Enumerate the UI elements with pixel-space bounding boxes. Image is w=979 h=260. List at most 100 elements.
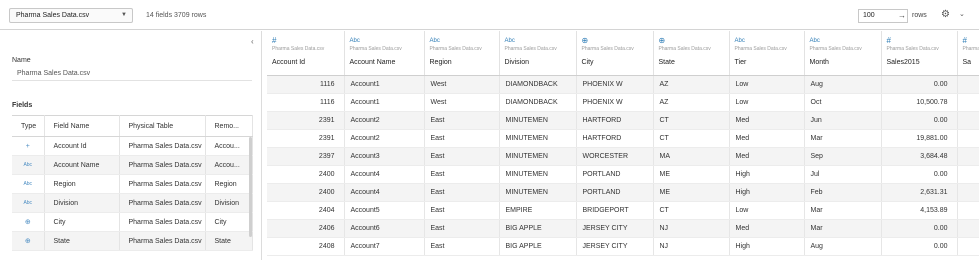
field-name[interactable]: City <box>44 212 120 232</box>
table-row[interactable]: 2408 Account7 East BIG APPLE JERSEY CITY NJ Hi… <box>267 237 979 256</box>
column-header[interactable]: ⊕ Pharma Sales Data.csv State <box>653 31 730 76</box>
table-cell[interactable]: 2,631.31 <box>881 183 958 202</box>
table-cell[interactable]: BRIDGEPORT <box>576 201 654 220</box>
table-row[interactable]: 2397 Account3 East MINUTEMEN WORCESTER MA Med S… <box>267 147 979 166</box>
globe-icon[interactable]: ⊕ <box>12 231 45 251</box>
table-cell[interactable]: PORTLAND <box>576 183 654 202</box>
table-row[interactable]: 2400 Account4 East MINUTEMEN PORTLAND ME High J… <box>267 165 979 184</box>
column-name[interactable]: Tier <box>735 59 804 66</box>
table-cell[interactable]: ME <box>653 165 730 184</box>
field-name[interactable]: Division <box>44 193 120 213</box>
table-cell[interactable]: Med <box>729 147 805 166</box>
table-cell[interactable]: West <box>424 75 500 94</box>
table-cell[interactable]: 4,153.89 <box>881 201 958 220</box>
column-header[interactable]: Abc Pharma Sales Data.csv Tier <box>729 31 805 76</box>
table-cell[interactable]: Account2 <box>344 111 425 130</box>
table-cell[interactable]: CT <box>653 129 730 148</box>
column-header-type[interactable]: Type <box>12 115 45 137</box>
table-cell[interactable] <box>957 129 979 148</box>
table-row[interactable]: 1116 Account1 West DIAMONDBACK PHOENIX W AZ Lo… <box>267 93 979 112</box>
table-cell[interactable]: Mar <box>804 219 882 238</box>
table-cell[interactable]: 0.00 <box>881 165 958 184</box>
table-cell[interactable]: WORCESTER <box>576 147 654 166</box>
scrollbar[interactable] <box>249 137 252 237</box>
table-cell[interactable]: BIG APPLE <box>499 237 577 256</box>
table-cell[interactable]: MINUTEMEN <box>499 111 577 130</box>
table-cell[interactable]: East <box>424 219 500 238</box>
table-cell[interactable]: Account2 <box>344 129 425 148</box>
field-name[interactable]: Region <box>44 174 120 194</box>
table-cell[interactable]: JERSEY CITY <box>576 237 654 256</box>
table-cell[interactable]: Med <box>729 111 805 130</box>
table-cell[interactable]: MA <box>653 147 730 166</box>
table-cell[interactable]: 2400 <box>267 183 345 202</box>
field-row[interactable]: Abc Account Name Pharma Sales Data.csv A… <box>12 155 253 175</box>
table-cell[interactable]: Oct <box>804 93 882 112</box>
column-header[interactable]: Abc Pharma Sales Data.csv Division <box>499 31 577 76</box>
column-name[interactable]: City <box>582 59 653 66</box>
arrow-right-icon[interactable]: → <box>898 11 906 20</box>
field-row[interactable]: Abc Division Pharma Sales Data.csv Divis… <box>12 193 253 213</box>
column-name[interactable]: Sa <box>963 59 979 66</box>
table-cell[interactable]: AZ <box>653 93 730 112</box>
table-cell[interactable]: EMPIRE <box>499 201 577 220</box>
table-cell[interactable]: Mar <box>804 201 882 220</box>
table-cell[interactable]: 1116 <box>267 93 345 112</box>
name-value[interactable]: Pharma Sales Data.csv <box>17 70 90 77</box>
table-cell[interactable]: MINUTEMEN <box>499 183 577 202</box>
table-cell[interactable]: 2391 <box>267 129 345 148</box>
table-cell[interactable]: 2391 <box>267 111 345 130</box>
column-name[interactable]: Region <box>430 59 499 66</box>
table-cell[interactable]: 0.00 <box>881 237 958 256</box>
table-cell[interactable]: Account5 <box>344 201 425 220</box>
column-header-remote[interactable]: Remo... <box>205 115 253 137</box>
table-row[interactable]: 2404 Account5 East EMPIRE BRIDGEPORT CT Low Mar… <box>267 201 979 220</box>
table-cell[interactable]: ME <box>653 183 730 202</box>
table-cell[interactable]: West <box>424 93 500 112</box>
table-cell[interactable] <box>957 201 979 220</box>
table-cell[interactable]: Account4 <box>344 183 425 202</box>
table-cell[interactable] <box>957 219 979 238</box>
table-cell[interactable]: 2397 <box>267 147 345 166</box>
gear-icon[interactable]: ⚙ <box>941 9 950 20</box>
table-cell[interactable]: HARTFORD <box>576 111 654 130</box>
table-cell[interactable]: High <box>729 165 805 184</box>
column-header[interactable]: Abc Pharma Sales Data.csv Region <box>424 31 500 76</box>
table-cell[interactable] <box>957 147 979 166</box>
column-name[interactable]: Month <box>810 59 881 66</box>
table-cell[interactable]: East <box>424 111 500 130</box>
field-row[interactable]: Abc Region Pharma Sales Data.csv Region <box>12 174 253 194</box>
table-row[interactable]: 2391 Account2 East MINUTEMEN HARTFORD CT Med Ju… <box>267 111 979 130</box>
table-cell[interactable]: MINUTEMEN <box>499 147 577 166</box>
table-cell[interactable]: BIG APPLE <box>499 219 577 238</box>
table-cell[interactable]: East <box>424 237 500 256</box>
table-cell[interactable]: Low <box>729 201 805 220</box>
table-cell[interactable]: East <box>424 201 500 220</box>
column-name[interactable]: Account Id <box>272 59 343 66</box>
table-cell[interactable]: High <box>729 237 805 256</box>
table-cell[interactable]: Low <box>729 75 805 94</box>
table-cell[interactable]: Account7 <box>344 237 425 256</box>
table-cell[interactable] <box>957 75 979 94</box>
table-row[interactable]: 1116 Account1 West DIAMONDBACK PHOENIX W AZ Lo… <box>267 75 979 94</box>
table-cell[interactable]: 3,684.48 <box>881 147 958 166</box>
table-cell[interactable] <box>957 165 979 184</box>
column-header[interactable]: # Pharma Sales Data.csv Sales2015 <box>881 31 958 76</box>
table-cell[interactable]: DIAMONDBACK <box>499 75 577 94</box>
table-cell[interactable]: Med <box>729 129 805 148</box>
table-cell[interactable]: 0.00 <box>881 219 958 238</box>
table-cell[interactable]: DIAMONDBACK <box>499 93 577 112</box>
table-cell[interactable]: Feb <box>804 183 882 202</box>
table-cell[interactable]: MINUTEMEN <box>499 129 577 148</box>
column-name[interactable]: Division <box>505 59 576 66</box>
table-cell[interactable]: 10,500.78 <box>881 93 958 112</box>
table-cell[interactable]: 2400 <box>267 165 345 184</box>
table-cell[interactable]: 0.00 <box>881 75 958 94</box>
field-row[interactable]: ⊕ City Pharma Sales Data.csv City <box>12 212 253 232</box>
table-cell[interactable]: Sep <box>804 147 882 166</box>
table-cell[interactable]: 2406 <box>267 219 345 238</box>
table-cell[interactable]: AZ <box>653 75 730 94</box>
field-row[interactable]: + Account Id Pharma Sales Data.csv Accou… <box>12 136 253 156</box>
table-cell[interactable]: East <box>424 165 500 184</box>
column-header-field-name[interactable]: Field Name <box>44 115 120 137</box>
